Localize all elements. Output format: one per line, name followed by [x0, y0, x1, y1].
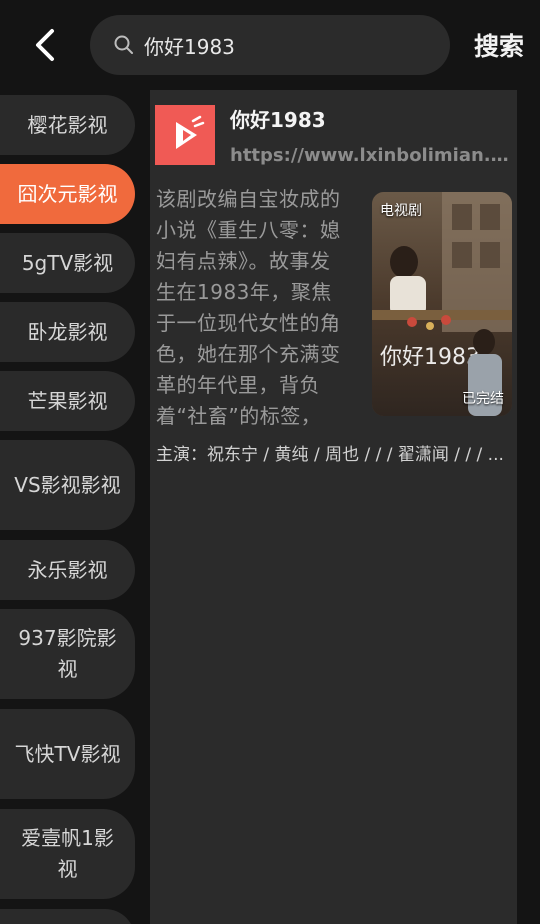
svg-text:你好1983: 你好1983 [380, 345, 480, 370]
result-cast: 主演：祝东宁 / 黄纯 / 周也 / / / 翟潇闻 / / / ... [156, 445, 504, 465]
sidebar-item-yongle[interactable]: 永乐影视 [0, 540, 135, 600]
sidebar-item-yinghua[interactable]: 樱花影视 [0, 95, 135, 155]
sidebar-item-vs[interactable]: VS影视影视 [0, 440, 135, 530]
result-title[interactable]: 你好1983 [230, 104, 326, 133]
play-logo-icon [176, 115, 205, 149]
search-box[interactable] [90, 15, 450, 75]
search-icon [114, 35, 133, 54]
poster-status-badge: 已完结 [462, 391, 504, 407]
search-button[interactable]: 搜索 [466, 24, 532, 66]
sidebar-item-aiyifan[interactable]: 爱壹帆1影视 [0, 809, 135, 899]
sidebar-item-partial[interactable] [0, 909, 135, 924]
poster-image[interactable]: 你好1983 电视剧 已完结 [372, 192, 512, 416]
result-url[interactable]: https://www.lxinbolimian.com [230, 145, 515, 166]
search-result-card[interactable]: 你好1983 https://www.lxinbolimian.com 该剧改编… [150, 90, 517, 924]
poster-artwork: 你好1983 [372, 192, 512, 416]
sidebar-item-jiongciyuan[interactable]: 囧次元影视 [0, 164, 135, 224]
sidebar-item-937[interactable]: 937影院影视 [0, 609, 135, 699]
sidebar-item-mangguo[interactable]: 芒果影视 [0, 371, 135, 431]
poster-type-badge: 电视剧 [380, 203, 422, 219]
site-logo [155, 105, 215, 165]
source-sidebar: 樱花影视 囧次元影视 5gTV影视 卧龙影视 芒果影视 VS影视影视 永乐影视 … [0, 90, 150, 924]
sidebar-item-feikuai[interactable]: 飞快TV影视 [0, 709, 135, 799]
back-button[interactable] [22, 22, 68, 68]
back-arrow-icon [36, 29, 54, 61]
sidebar-item-5gtv[interactable]: 5gTV影视 [0, 233, 135, 293]
sidebar-item-wolong[interactable]: 卧龙影视 [0, 302, 135, 362]
search-input[interactable] [144, 33, 424, 57]
result-description: 该剧改编自宝妆成的小说《重生八零：媳妇有点辣》。故事发生在1983年，聚焦于一位… [156, 187, 341, 428]
top-bar: 搜索 [0, 0, 540, 90]
